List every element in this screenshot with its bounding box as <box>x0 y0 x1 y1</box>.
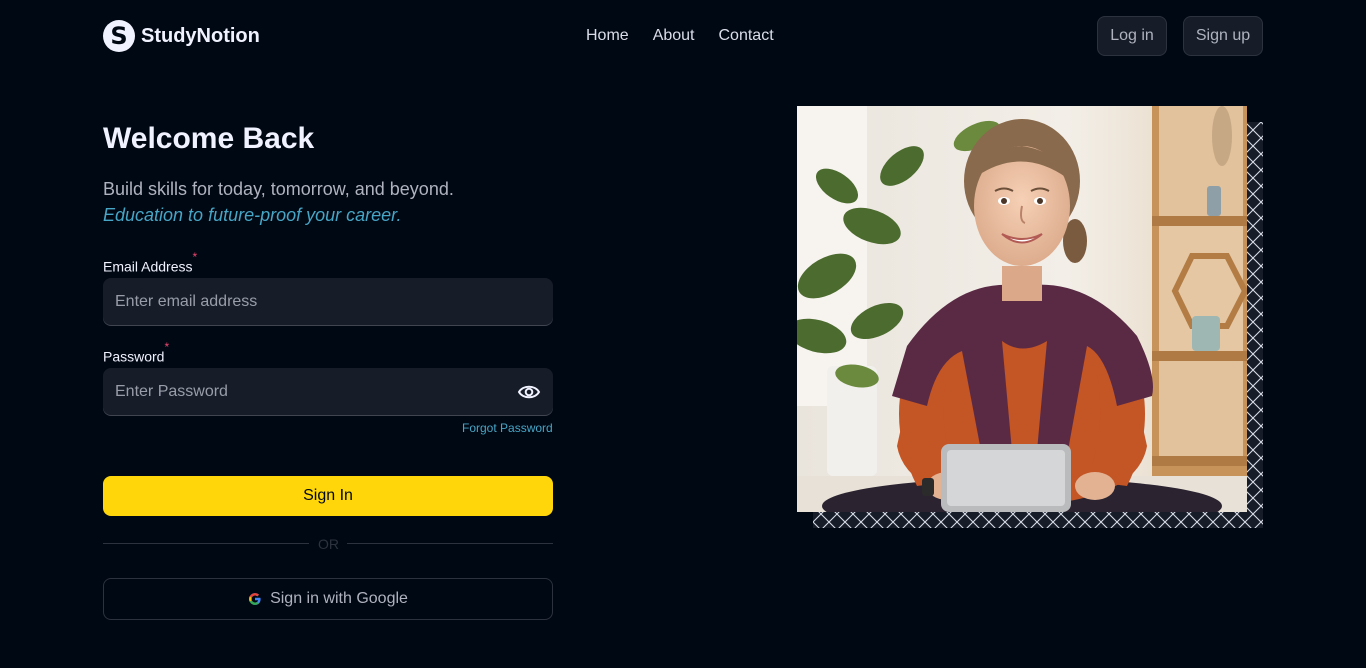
nav-link-contact[interactable]: Contact <box>719 27 774 45</box>
email-field[interactable] <box>103 278 553 326</box>
required-mark: * <box>192 250 198 264</box>
logo[interactable]: S StudyNotion <box>103 20 260 52</box>
password-field[interactable] <box>103 368 553 416</box>
eye-icon[interactable] <box>517 382 541 402</box>
nav-link-about[interactable]: About <box>653 27 695 45</box>
sign-in-button[interactable]: Sign In <box>103 476 553 516</box>
navbar: S StudyNotion Home About Contact Log in … <box>0 0 1366 72</box>
subtitle: Build skills for today, tomorrow, and be… <box>103 179 454 199</box>
tagline: Education to future-proof your career. <box>103 205 402 225</box>
page-title: Welcome Back <box>103 122 315 155</box>
nav-links: Home About Contact <box>586 27 774 45</box>
password-label: Password* <box>103 340 169 365</box>
divider-left <box>103 543 309 544</box>
google-signin-button[interactable]: Sign in with Google <box>103 578 553 620</box>
email-label-text: Email Address <box>103 258 193 275</box>
forgot-password-link[interactable]: Forgot Password <box>462 421 553 435</box>
email-label: Email Address* <box>103 250 197 275</box>
login-button[interactable]: Log in <box>1097 16 1167 56</box>
required-mark: * <box>164 340 170 354</box>
signup-button[interactable]: Sign up <box>1183 16 1263 56</box>
brand-name: StudyNotion <box>141 24 260 47</box>
or-divider-text: OR <box>318 536 339 552</box>
google-icon <box>249 593 261 605</box>
divider-right <box>347 543 553 544</box>
google-signin-label: Sign in with Google <box>270 590 408 607</box>
password-label-text: Password <box>103 348 165 365</box>
logo-icon: S <box>103 20 135 52</box>
nav-link-home[interactable]: Home <box>586 27 629 45</box>
student-photo <box>797 106 1247 512</box>
